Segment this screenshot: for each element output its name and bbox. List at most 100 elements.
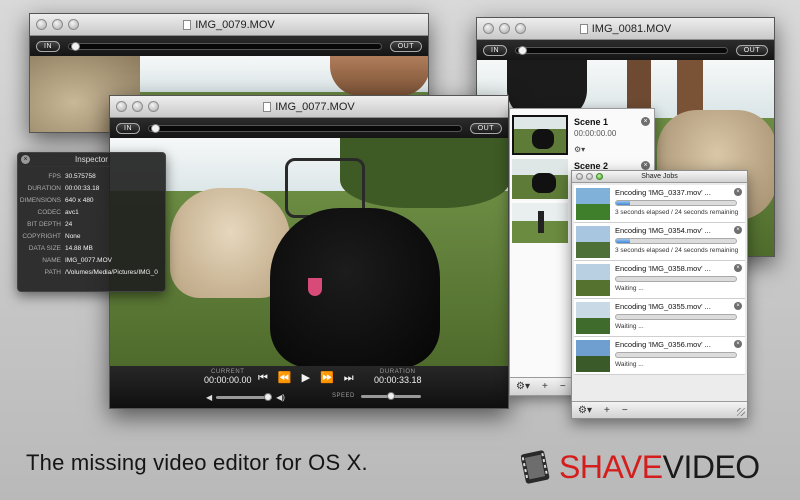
property-key: DURATION <box>18 183 65 195</box>
fast-forward-icon[interactable]: ⏩ <box>320 372 334 384</box>
property-key: FPS <box>18 171 65 183</box>
close-window-button[interactable] <box>483 23 494 34</box>
inspector-row: BIT DEPTH24 <box>18 219 165 231</box>
playhead-knob[interactable] <box>151 124 160 133</box>
cancel-job-icon[interactable]: × <box>734 188 742 196</box>
close-icon[interactable]: × <box>641 117 650 126</box>
zoom-window-button[interactable] <box>68 19 79 30</box>
job-item[interactable]: Encoding 'IMG_0355.mov' ...Waiting ...× <box>574 299 745 337</box>
out-point-button[interactable]: OUT <box>470 123 502 134</box>
cancel-job-icon[interactable]: × <box>734 302 742 310</box>
close-window-button[interactable] <box>36 19 47 30</box>
inspector-row: DATA SIZE14.88 MB <box>18 243 165 255</box>
job-item[interactable]: Encoding 'IMG_0337.mov' ... 3 seconds ela… <box>574 185 745 223</box>
gear-menu-icon[interactable]: ⚙▾ <box>578 405 592 416</box>
close-window-button[interactable] <box>576 173 583 180</box>
current-value: 00:00:00.00 <box>204 375 252 385</box>
timeline-track[interactable] <box>148 125 462 132</box>
volume-knob[interactable] <box>264 393 272 401</box>
job-progress-bar <box>615 238 737 244</box>
in-point-button[interactable]: IN <box>483 45 507 56</box>
inspector-titlebar[interactable]: × Inspector <box>18 153 165 167</box>
rewind-icon[interactable]: ⏪ <box>278 372 292 384</box>
minimize-window-button[interactable] <box>586 173 593 180</box>
property-key: DATA SIZE <box>18 243 65 255</box>
window-controls[interactable] <box>483 23 526 34</box>
minimize-window-button[interactable] <box>52 19 63 30</box>
zoom-window-button[interactable] <box>596 173 603 180</box>
window-title: IMG_0077.MOV <box>275 96 354 118</box>
play-icon[interactable]: ▶ <box>302 372 310 384</box>
out-point-button[interactable]: OUT <box>390 41 422 52</box>
job-thumbnail <box>576 264 610 296</box>
playhead-knob[interactable] <box>518 46 527 55</box>
job-progress-bar <box>615 200 737 206</box>
timeline-track[interactable] <box>515 47 728 54</box>
window-title: IMG_0081.MOV <box>592 18 671 40</box>
close-icon[interactable]: × <box>641 161 650 170</box>
job-item[interactable]: Encoding 'IMG_0358.mov' ...Waiting ...× <box>574 261 745 299</box>
out-point-button[interactable]: OUT <box>736 45 768 56</box>
zoom-window-button[interactable] <box>148 101 159 112</box>
job-name: Encoding 'IMG_0337.mov' ... <box>615 188 711 197</box>
add-scene-button[interactable]: + <box>542 381 548 392</box>
inspector-row: FPS30.575758 <box>18 171 165 183</box>
scrub-bar: IN OUT <box>477 40 774 60</box>
job-name: Encoding 'IMG_0358.mov' ... <box>615 264 711 273</box>
skip-to-end-icon[interactable]: ⏭ <box>344 372 354 384</box>
job-item[interactable]: Encoding 'IMG_0356.mov' ...Waiting ...× <box>574 337 745 375</box>
window-titlebar[interactable]: IMG_0077.MOV <box>110 96 508 118</box>
cancel-job-icon[interactable]: × <box>734 226 742 234</box>
shave-jobs-window[interactable]: Shave Jobs Encoding 'IMG_0337.mov' ... 3 … <box>571 170 748 419</box>
window-titlebar[interactable]: IMG_0081.MOV <box>477 18 774 40</box>
speed-slider[interactable] <box>361 395 421 398</box>
property-key: COPYRIGHT <box>18 231 65 243</box>
in-point-button[interactable]: IN <box>36 41 60 52</box>
minimize-window-button[interactable] <box>132 101 143 112</box>
speed-knob[interactable] <box>387 392 395 400</box>
minimize-window-button[interactable] <box>499 23 510 34</box>
transport-controls: ⏮ ⏪ ▶ ⏩ ⏭ <box>258 372 354 384</box>
video-window-img0077[interactable]: IMG_0077.MOV IN OUT CURRENT 00:00:00.00 … <box>109 95 509 409</box>
zoom-window-button[interactable] <box>515 23 526 34</box>
close-icon[interactable]: × <box>21 155 30 164</box>
cancel-job-icon[interactable]: × <box>734 340 742 348</box>
job-thumbnail <box>576 340 610 372</box>
cancel-job-icon[interactable]: × <box>734 264 742 272</box>
volume-slider[interactable] <box>216 396 272 399</box>
inspector-title: Inspector <box>75 155 108 164</box>
speed-control: SPEED <box>332 393 421 399</box>
window-title: IMG_0079.MOV <box>195 14 274 36</box>
movie-file-icon <box>580 24 588 34</box>
window-controls[interactable] <box>576 173 603 180</box>
job-progress-fill <box>616 239 630 243</box>
window-titlebar[interactable]: IMG_0079.MOV <box>30 14 428 36</box>
logo-wordmark: SHAVEVIDEO <box>559 450 760 484</box>
close-window-button[interactable] <box>116 101 127 112</box>
video-frame <box>110 138 508 366</box>
add-job-button[interactable]: + <box>604 405 610 416</box>
in-point-button[interactable]: IN <box>116 123 140 134</box>
scene-item[interactable]: Scene 1 00:00:00.00 ⚙▾ × <box>512 115 654 159</box>
timeline-track[interactable] <box>68 43 382 50</box>
jobs-toolbar: ⚙▾ + − <box>572 401 747 418</box>
job-progress-fill <box>616 201 630 205</box>
film-reel-icon <box>521 448 553 486</box>
gear-menu-icon[interactable]: ⚙▾ <box>516 381 530 392</box>
job-item[interactable]: Encoding 'IMG_0354.mov' ...3 seconds ela… <box>574 223 745 261</box>
skip-to-start-icon[interactable]: ⏮ <box>258 372 268 384</box>
remove-job-button[interactable]: − <box>622 405 628 416</box>
job-thumbnail <box>576 226 610 258</box>
inspector-row: CODECavc1 <box>18 207 165 219</box>
window-controls[interactable] <box>36 19 79 30</box>
window-controls[interactable] <box>116 101 159 112</box>
property-value: IMG_0077.MOV <box>65 255 165 267</box>
playhead-knob[interactable] <box>71 42 80 51</box>
job-status: Waiting ... <box>615 361 644 368</box>
playback-controls: CURRENT 00:00:00.00 ⏮ ⏪ ▶ ⏩ ⏭ DURATION 0… <box>110 366 508 408</box>
gear-icon[interactable]: ⚙▾ <box>574 145 585 154</box>
resize-handle[interactable] <box>737 408 745 416</box>
remove-scene-button[interactable]: − <box>560 381 566 392</box>
shave-jobs-titlebar[interactable]: Shave Jobs <box>572 171 747 183</box>
job-status: 3 seconds elapsed / 24 seconds remaining <box>615 209 738 216</box>
